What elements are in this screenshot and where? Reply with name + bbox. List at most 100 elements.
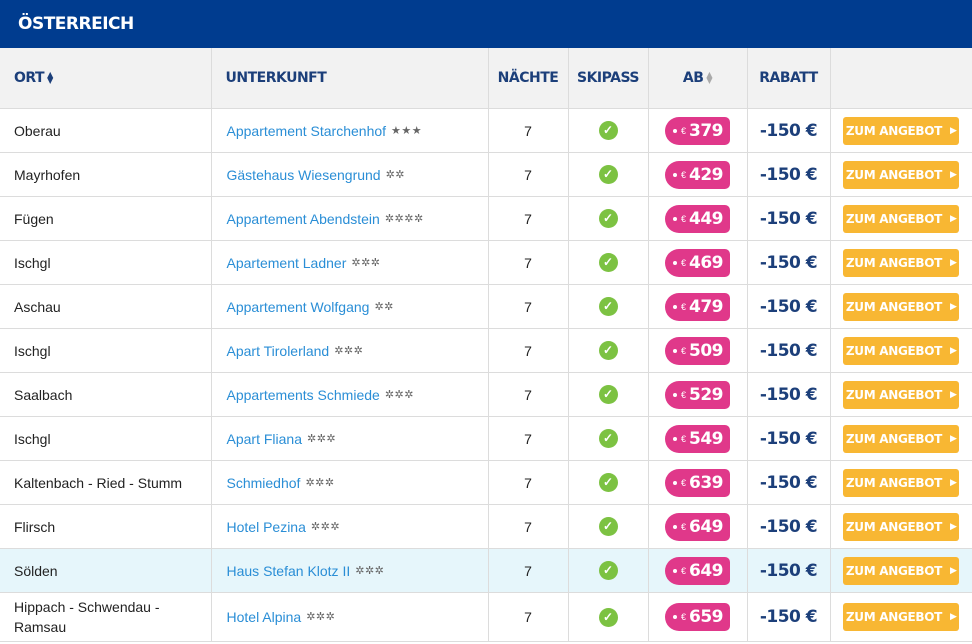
cell-ort: Saalbach [0,372,212,417]
price-tag: €509 [665,336,730,365]
zum-angebot-button[interactable]: ZUM ANGEBOT ▶ [843,468,960,497]
zum-angebot-label: ZUM ANGEBOT [845,610,943,624]
discount-value: -150 € [759,560,818,581]
zum-angebot-button[interactable]: ZUM ANGEBOT ▶ [843,248,960,277]
cell-naechte: 7 [488,284,569,329]
zum-angebot-button[interactable]: ZUM ANGEBOT ▶ [843,116,960,145]
price-amount: 549 [689,428,724,449]
cell-rabatt: -150 € [747,196,831,241]
price-amount: 649 [689,516,724,537]
cell-unterkunft: Appartements Schmiede ✲✲✲ [211,372,489,417]
column-header-ort-label: ORT [14,70,45,86]
currency-symbol: € [681,169,687,180]
hotel-link[interactable]: Appartement Wolfgang [227,299,370,315]
price-tag: €469 [665,248,730,277]
price-amount: 469 [689,252,724,273]
zum-angebot-label: ZUM ANGEBOT [845,475,943,490]
tag-hole-icon [673,348,677,353]
cell-rabatt: -150 € [747,372,831,417]
currency-symbol: € [681,612,687,622]
cell-action: ZUM ANGEBOT ▶ [830,372,972,417]
cell-ort: Hippach - Schwendau - Ramsau [0,592,212,642]
zum-angebot-button[interactable]: ZUM ANGEBOT ▶ [843,512,960,541]
cell-ab: €649 [648,548,748,593]
cell-action: ZUM ANGEBOT ▶ [830,240,972,285]
tag-hole-icon [673,216,677,221]
discount-value: -150 € [759,428,818,449]
star-rating-icon: ✲✲ [385,168,406,181]
column-header-unterkunft: UNTERKUNFT [211,48,489,109]
hotel-link[interactable]: Appartement Starchenhof [227,123,387,139]
sort-icon[interactable]: ▲ ▼ [706,71,712,85]
cell-ab: €529 [648,372,748,417]
column-header-ab[interactable]: AB ▲ ▼ [648,48,748,109]
price-tag: €649 [665,512,730,541]
price-tag: €639 [665,468,730,497]
checkmark-icon: ✓ [598,429,618,448]
cell-ab: €469 [648,240,748,285]
zum-angebot-label: ZUM ANGEBOT [845,431,943,446]
zum-angebot-button[interactable]: ZUM ANGEBOT ▶ [843,292,960,321]
cell-action: ZUM ANGEBOT ▶ [830,504,972,549]
cell-rabatt: -150 € [747,416,831,461]
price-tag: €429 [665,160,730,189]
cell-ab: €509 [648,328,748,373]
cell-unterkunft: Apart Tirolerland ✲✲✲ [211,328,489,373]
checkmark-icon: ✓ [598,473,618,492]
hotel-link[interactable]: Apart Tirolerland [227,343,330,359]
column-header-ort[interactable]: ORT ▲ ▼ [0,48,212,109]
currency-symbol: € [681,213,687,224]
discount-value: -150 € [759,384,818,405]
cell-action: ZUM ANGEBOT ▶ [830,152,972,197]
hotel-link[interactable]: Haus Stefan Klotz II [227,563,351,579]
tag-hole-icon [673,128,677,133]
zum-angebot-button[interactable]: ZUM ANGEBOT ▶ [843,380,960,409]
currency-symbol: € [681,301,687,312]
cell-naechte: 7 [488,152,569,197]
table-row: Oberau Appartement Starchenhof ★★★ 7 ✓ €379 -1… [0,108,972,153]
cell-rabatt: -150 € [747,504,831,549]
arrow-right-icon: ▶ [950,257,957,268]
column-header-naechte: NÄCHTE [488,48,569,109]
cell-action: ZUM ANGEBOT ▶ [830,416,972,461]
zum-angebot-button[interactable]: ZUM ANGEBOT ▶ [843,160,960,189]
sort-icon[interactable]: ▲ ▼ [47,71,53,85]
discount-value: -150 € [759,164,818,185]
cell-rabatt: -150 € [747,240,831,285]
cell-ab: €449 [648,196,748,241]
checkmark-icon: ✓ [598,297,618,316]
cell-skipass: ✓ [568,240,649,285]
cell-rabatt: -150 € [747,152,831,197]
zum-angebot-button[interactable]: ZUM ANGEBOT ▶ [843,204,960,233]
zum-angebot-button[interactable]: ZUM ANGEBOT ▶ [843,336,960,365]
price-amount: 479 [689,296,724,317]
hotel-link[interactable]: Apartement Ladner [227,255,347,271]
hotel-link[interactable]: Hotel Pezina [227,519,306,535]
discount-value: -150 € [759,208,818,229]
cell-action: ZUM ANGEBOT ▶ [830,196,972,241]
discount-value: -150 € [759,516,818,537]
hotel-link[interactable]: Gästehaus Wiesengrund [227,167,381,183]
cell-ort: Flirsch [0,504,212,549]
cell-skipass: ✓ [568,284,649,329]
table-row: Aschau Appartement Wolfgang ✲✲ 7 ✓ €479 -150 €… [0,284,972,329]
star-rating-icon: ✲✲✲ [310,520,341,533]
zum-angebot-button[interactable]: ZUM ANGEBOT ▶ [843,556,960,585]
hotel-link[interactable]: Appartement Abendstein [227,211,380,227]
cell-unterkunft: Haus Stefan Klotz II ✲✲✲ [211,548,489,593]
zum-angebot-button[interactable]: ZUM ANGEBOT ▶ [843,424,960,453]
cell-ort: Ischgl [0,416,212,461]
price-tag: €649 [665,556,730,585]
cell-skipass: ✓ [568,592,649,642]
hotel-link[interactable]: Apart Fliana [227,431,302,447]
hotel-link[interactable]: Schmiedhof [227,475,301,491]
cell-ab: €479 [648,284,748,329]
zum-angebot-button[interactable]: ZUM ANGEBOT ▶ [843,603,960,631]
cell-skipass: ✓ [568,152,649,197]
price-tag: €659 [665,603,730,631]
hotel-link[interactable]: Appartements Schmiede [227,387,380,403]
hotel-link[interactable]: Hotel Alpina [227,609,302,625]
table-row: Fügen Appartement Abendstein ✲✲✲✲ 7 ✓ €449 -15… [0,196,972,241]
discount-value: -150 € [759,340,818,361]
cell-unterkunft: Appartement Abendstein ✲✲✲✲ [211,196,489,241]
